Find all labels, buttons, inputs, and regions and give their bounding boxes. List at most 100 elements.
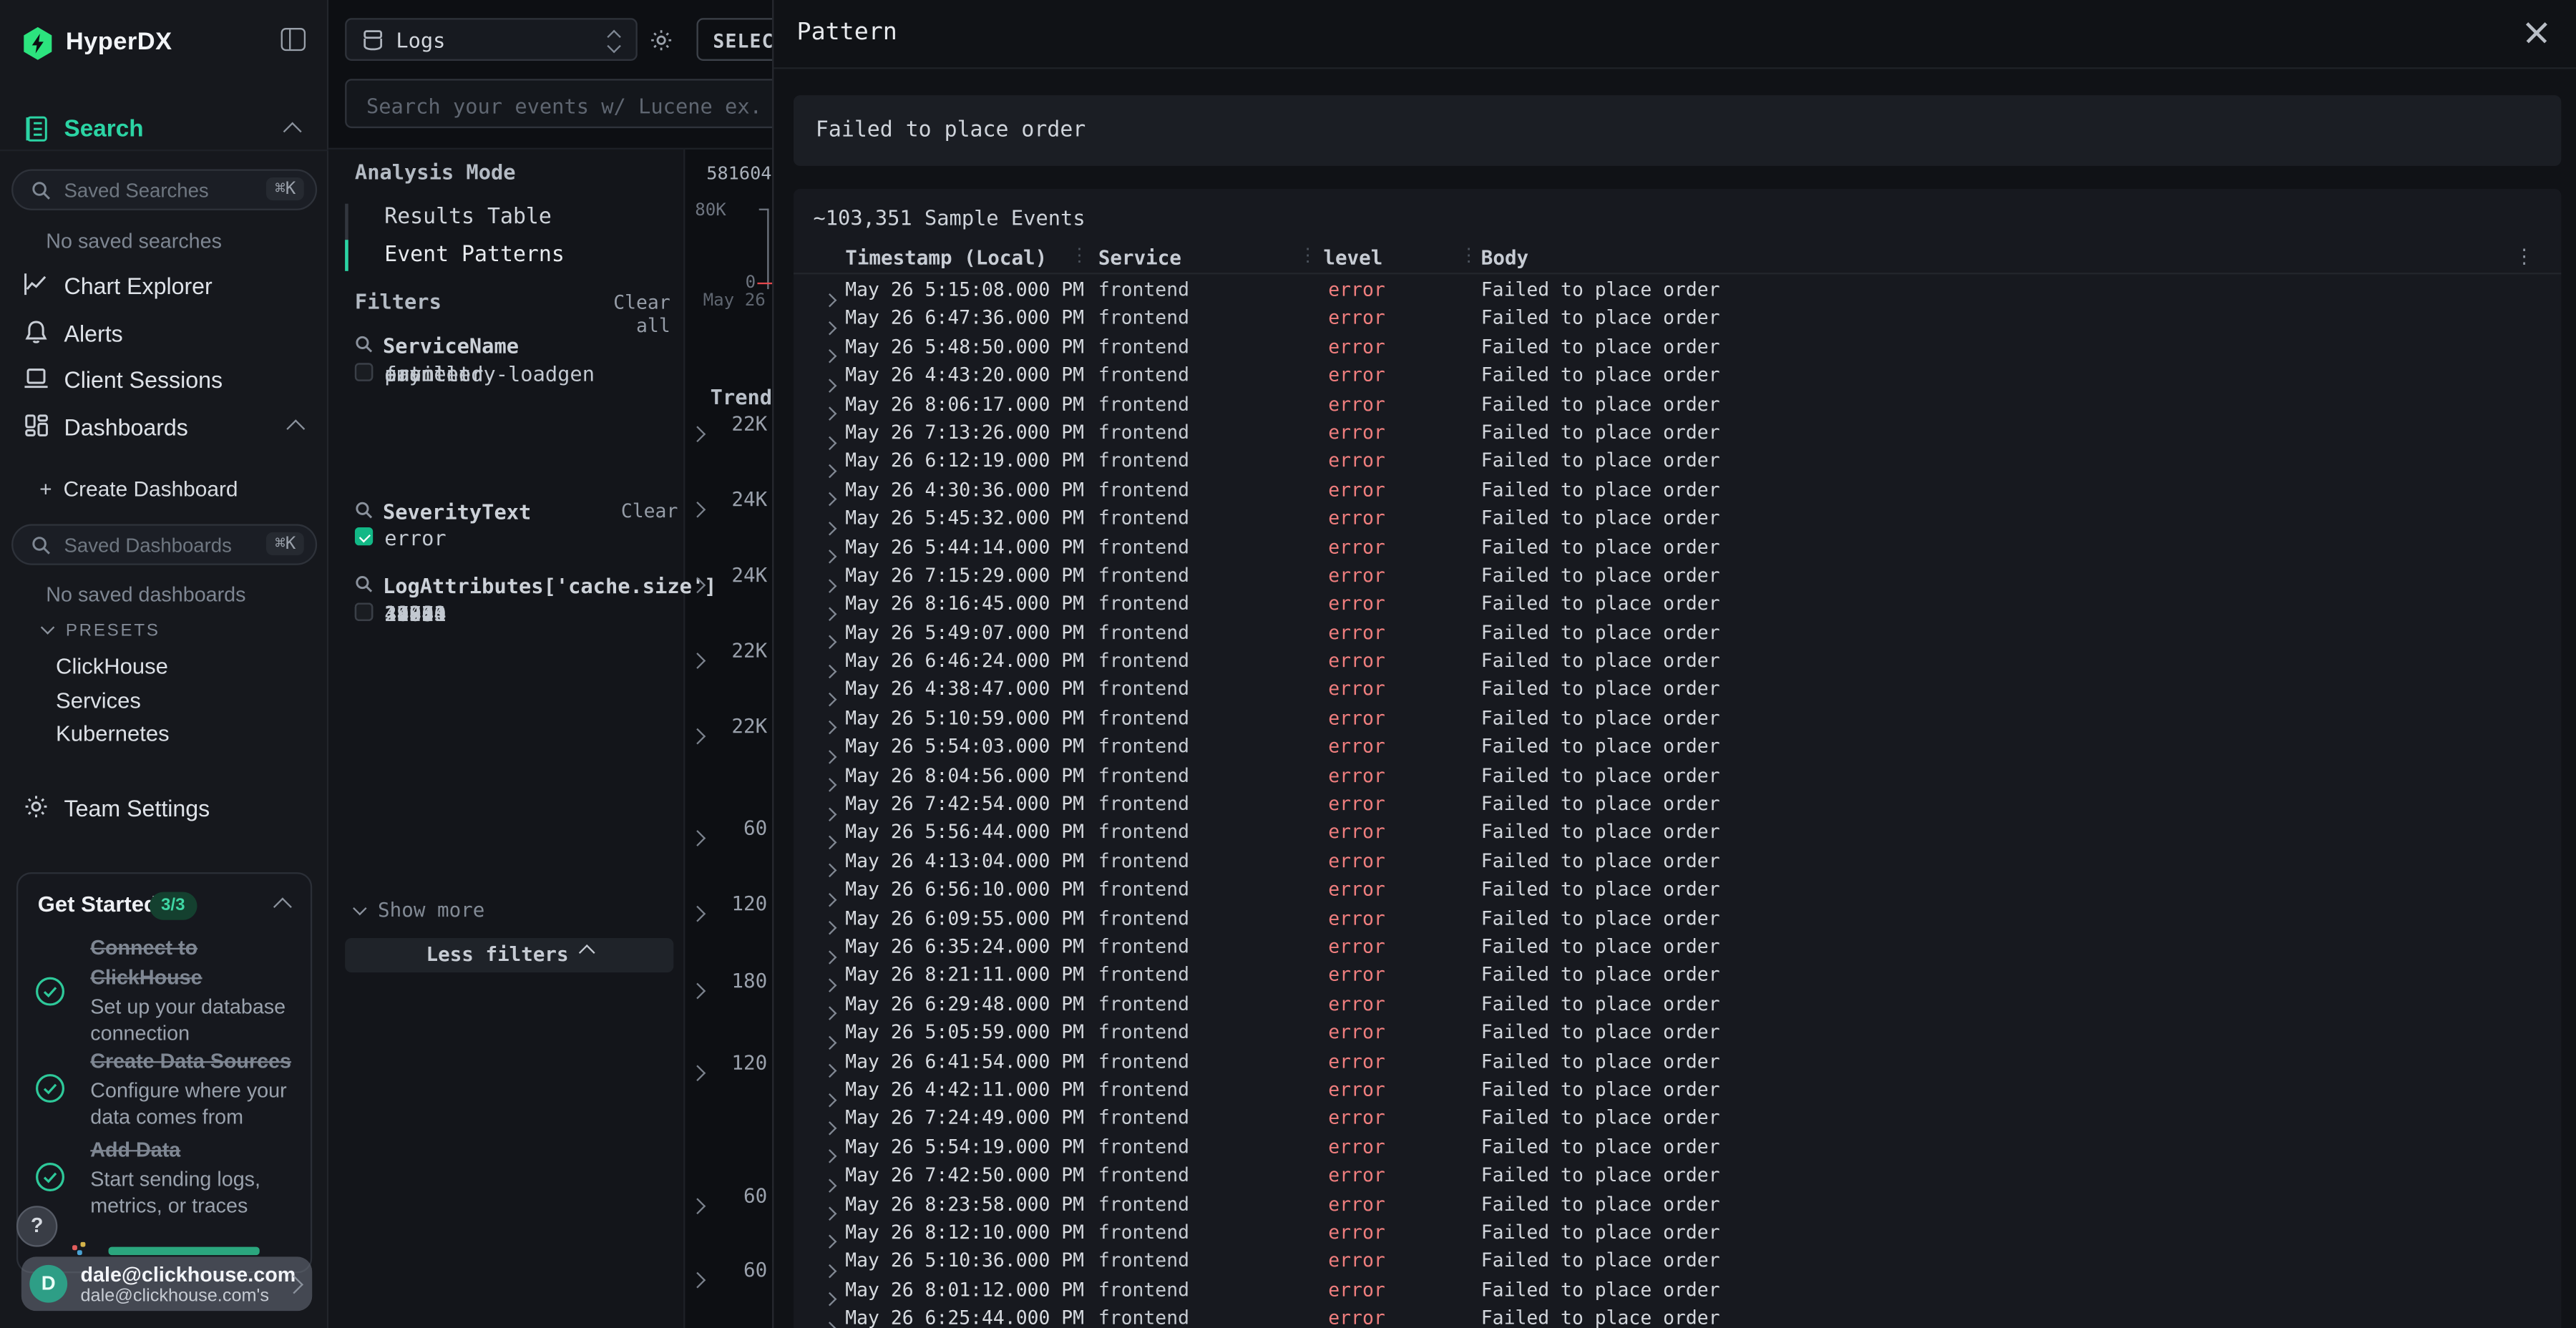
event-row[interactable]: May 26 5:54:19.000 PM frontend error Fai…: [793, 1131, 2560, 1160]
saved-dashboards-input[interactable]: Saved Dashboards ⌘K: [11, 524, 317, 565]
gear-icon: [23, 794, 49, 820]
clear-all-link[interactable]: Clear all: [601, 290, 670, 336]
sidebar-item-chart-explorer[interactable]: Chart Explorer: [0, 270, 328, 309]
filter-group-cache-size[interactable]: LogAttributes['cache.size']: [355, 573, 667, 596]
event-row[interactable]: May 26 8:04:56.000 PM frontend error Fai…: [793, 760, 2560, 788]
presets-toggle[interactable]: PRESETS: [43, 621, 160, 641]
event-row[interactable]: May 26 5:44:14.000 PM frontend error Fai…: [793, 532, 2560, 560]
chevron-right-icon[interactable]: [692, 974, 703, 1003]
chevron-right-icon[interactable]: [692, 1056, 703, 1085]
filter-option[interactable]: payment: [355, 360, 667, 389]
mode-results-table[interactable]: Results Table: [345, 199, 673, 237]
clear-severity-link[interactable]: Clear: [621, 499, 670, 522]
event-row[interactable]: May 26 5:54:03.000 PM frontend error Fai…: [793, 731, 2560, 760]
chevron-up-icon: [580, 945, 595, 960]
sidebar-item-search[interactable]: Search: [0, 112, 328, 151]
event-row[interactable]: May 26 4:43:20.000 PM frontend error Fai…: [793, 360, 2560, 389]
event-row[interactable]: May 26 6:35:24.000 PM frontend error Fai…: [793, 932, 2560, 960]
col-service[interactable]: Service: [1098, 246, 1181, 269]
checkbox[interactable]: [355, 363, 373, 381]
event-row[interactable]: May 26 6:41:54.000 PM frontend error Fai…: [793, 1045, 2560, 1074]
chevron-up-icon[interactable]: [273, 897, 292, 916]
filter-group-servicename[interactable]: ServiceName: [355, 333, 667, 356]
event-row[interactable]: May 26 6:47:36.000 PM frontend error Fai…: [793, 303, 2560, 331]
event-row[interactable]: May 26 4:38:47.000 PM frontend error Fai…: [793, 674, 2560, 703]
event-row[interactable]: May 26 5:10:36.000 PM frontend error Fai…: [793, 1246, 2560, 1274]
source-settings-gear-icon[interactable]: [649, 28, 673, 52]
mode-event-patterns[interactable]: Event Patterns: [345, 237, 673, 275]
column-resize-handle[interactable]: ⋮: [1299, 245, 1317, 266]
chevron-right-icon[interactable]: [692, 644, 703, 673]
chevron-right-icon[interactable]: [692, 493, 703, 522]
chevron-right-icon[interactable]: [692, 568, 703, 597]
col-level[interactable]: level: [1323, 246, 1382, 269]
col-timestamp[interactable]: Timestamp (Local): [845, 246, 1047, 269]
collapse-sidebar-icon[interactable]: [281, 28, 306, 51]
table-options-kebab-icon[interactable]: ⋮: [2514, 245, 2534, 268]
filter-option[interactable]: error: [355, 524, 667, 553]
create-dashboard-button[interactable]: +Create Dashboard: [39, 477, 238, 501]
saved-searches-input[interactable]: Saved Searches ⌘K: [11, 169, 317, 210]
sidebar-item-alerts[interactable]: Alerts: [0, 317, 328, 356]
event-row[interactable]: May 26 7:13:26.000 PM frontend error Fai…: [793, 417, 2560, 446]
event-row[interactable]: May 26 8:16:45.000 PM frontend error Fai…: [793, 589, 2560, 617]
event-row[interactable]: May 26 6:12:19.000 PM frontend error Fai…: [793, 446, 2560, 474]
event-row[interactable]: May 26 7:42:54.000 PM frontend error Fai…: [793, 788, 2560, 817]
event-row[interactable]: May 26 5:05:59.000 PM frontend error Fai…: [793, 1017, 2560, 1046]
event-row[interactable]: May 26 8:12:10.000 PM frontend error Fai…: [793, 1217, 2560, 1246]
close-icon[interactable]: [2525, 21, 2548, 44]
chevron-right-icon[interactable]: [692, 1189, 703, 1219]
event-row[interactable]: May 26 5:15:08.000 PM frontend error Fai…: [793, 274, 2560, 303]
chevron-right-icon[interactable]: [692, 720, 703, 749]
event-row[interactable]: May 26 5:48:50.000 PM frontend error Fai…: [793, 331, 2560, 360]
event-row[interactable]: May 26 6:56:10.000 PM frontend error Fai…: [793, 874, 2560, 903]
event-row[interactable]: May 26 4:42:11.000 PM frontend error Fai…: [793, 1074, 2560, 1103]
table-header: Timestamp (Local) ⋮ Service ⋮ level ⋮ Bo…: [793, 243, 2560, 273]
get-started-step-add-data[interactable]: Add Data Start sending logs, metrics, or…: [34, 1135, 297, 1214]
event-row[interactable]: May 26 8:21:11.000 PM frontend error Fai…: [793, 960, 2560, 989]
event-row[interactable]: May 26 4:13:04.000 PM frontend error Fai…: [793, 846, 2560, 874]
event-row[interactable]: May 26 6:09:55.000 PM frontend error Fai…: [793, 903, 2560, 932]
chevron-right-icon[interactable]: [692, 417, 703, 446]
filter-option[interactable]: 4894: [355, 600, 667, 629]
event-row[interactable]: May 26 7:42:50.000 PM frontend error Fai…: [793, 1160, 2560, 1188]
column-resize-handle[interactable]: ⋮: [1070, 245, 1088, 266]
preset-kubernetes[interactable]: Kubernetes: [56, 721, 170, 746]
checkbox[interactable]: [355, 603, 373, 621]
event-row[interactable]: May 26 5:49:07.000 PM frontend error Fai…: [793, 617, 2560, 646]
filter-group-severitytext[interactable]: SeverityText: [355, 499, 667, 522]
event-row[interactable]: May 26 5:56:44.000 PM frontend error Fai…: [793, 817, 2560, 846]
preset-clickhouse[interactable]: ClickHouse: [56, 654, 168, 678]
event-row[interactable]: May 26 6:46:24.000 PM frontend error Fai…: [793, 645, 2560, 674]
checkbox[interactable]: [355, 527, 373, 545]
help-button[interactable]: ?: [16, 1206, 57, 1246]
show-more-link[interactable]: Show more: [355, 899, 484, 922]
chevron-right-icon[interactable]: [692, 821, 703, 851]
chevron-right-icon[interactable]: [692, 897, 703, 927]
y-axis-max-label: 80K: [657, 200, 726, 220]
event-row[interactable]: May 26 8:23:58.000 PM frontend error Fai…: [793, 1188, 2560, 1217]
chevron-right-icon[interactable]: [824, 1312, 833, 1328]
user-account-chip[interactable]: D dale@clickhouse.com dale@clickhouse.co…: [21, 1256, 312, 1311]
event-row[interactable]: May 26 5:10:59.000 PM frontend error Fai…: [793, 703, 2560, 731]
event-row[interactable]: May 26 8:06:17.000 PM frontend error Fai…: [793, 389, 2560, 417]
sidebar-item-team-settings[interactable]: Team Settings: [0, 792, 328, 831]
event-row[interactable]: May 26 6:25:44.000 PM frontend error Fai…: [793, 1303, 2560, 1328]
column-resize-handle[interactable]: ⋮: [1460, 245, 1478, 266]
event-row[interactable]: May 26 4:30:36.000 PM frontend error Fai…: [793, 474, 2560, 503]
event-row[interactable]: May 26 7:15:29.000 PM frontend error Fai…: [793, 560, 2560, 589]
get-started-step-connect[interactable]: Connect to ClickHouse Set up your databa…: [34, 933, 297, 1035]
chevron-right-icon[interactable]: [692, 1264, 703, 1293]
less-filters-button[interactable]: Less filters: [345, 938, 673, 972]
event-row[interactable]: May 26 5:45:32.000 PM frontend error Fai…: [793, 503, 2560, 532]
event-row[interactable]: May 26 7:24:49.000 PM frontend error Fai…: [793, 1103, 2560, 1131]
event-row[interactable]: May 26 6:29:48.000 PM frontend error Fai…: [793, 989, 2560, 1017]
sidebar-item-client-sessions[interactable]: Client Sessions: [0, 363, 328, 402]
preset-services[interactable]: Services: [56, 688, 141, 712]
event-row[interactable]: May 26 8:01:12.000 PM frontend error Fai…: [793, 1274, 2560, 1303]
col-body[interactable]: Body: [1481, 246, 1528, 269]
chart-line-icon: [23, 271, 49, 298]
source-select[interactable]: Logs: [345, 18, 638, 61]
sidebar-item-dashboards[interactable]: Dashboards: [0, 411, 328, 450]
get-started-step-sources[interactable]: Create Data Sources Configure where your…: [34, 1047, 297, 1126]
